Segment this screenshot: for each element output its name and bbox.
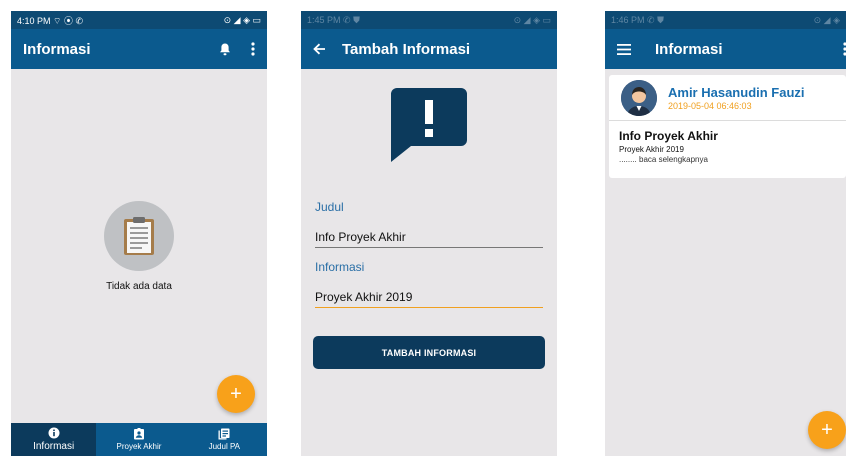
- nav-item-judul-pa[interactable]: Judul PA: [182, 423, 267, 456]
- badge-icon: [133, 428, 144, 440]
- add-fab-button[interactable]: +: [217, 375, 255, 413]
- status-time: 1:45 PM: [307, 14, 341, 25]
- hamburger-icon[interactable]: [617, 43, 631, 55]
- add-fab-button[interactable]: +: [808, 411, 846, 449]
- app-bar: Informasi: [11, 29, 267, 69]
- status-bar: 4:10 PM ⌔ ⦿ ✆ ⊙ ◢ ◈ ▭: [11, 11, 267, 29]
- status-time: 1:46 PM: [611, 14, 645, 25]
- card-title: Info Proyek Akhir: [619, 129, 718, 143]
- plus-icon: +: [230, 382, 242, 405]
- info-card[interactable]: Amir Hasanudin Fauzi 2019-05-04 06:46:03…: [609, 75, 846, 178]
- document-icon: [218, 428, 230, 440]
- card-user: Amir Hasanudin Fauzi 2019-05-04 06:46:03: [668, 85, 805, 111]
- status-bar: 1:46 PM ✆ ⛊ ⊙ ◢ ◈: [605, 11, 846, 29]
- nav-label: Proyek Akhir: [116, 442, 162, 451]
- nav-item-proyek-akhir[interactable]: Proyek Akhir: [96, 423, 181, 456]
- empty-text: Tidak ada data: [106, 281, 172, 292]
- status-right-icons: ⊙ ◢ ◈: [813, 14, 840, 25]
- bottom-navigation: Informasi Proyek Akhir Judul PA: [11, 423, 267, 456]
- judul-label: Judul: [315, 200, 344, 214]
- page-title: Informasi: [23, 40, 91, 58]
- judul-input[interactable]: Info Proyek Akhir: [315, 230, 543, 248]
- empty-state: Tidak ada data: [11, 201, 267, 292]
- status-right-icons: ⊙ ◢ ◈ ▭: [223, 14, 261, 25]
- status-left-icons: ✆ ⛊: [647, 14, 664, 25]
- plus-icon: +: [821, 418, 833, 441]
- status-bar: 1:45 PM ✆ ⛊ ⊙ ◢ ◈ ▭: [301, 11, 557, 29]
- alert-message-icon: [391, 88, 467, 167]
- nav-label: Informasi: [33, 441, 75, 452]
- card-subtitle: Proyek Akhir 2019: [619, 145, 684, 154]
- status-left-icons: ✆ ⛊: [343, 14, 360, 25]
- status-time: 4:10 PM: [17, 15, 51, 26]
- tambah-informasi-button[interactable]: TAMBAH INFORMASI: [313, 336, 545, 369]
- nav-label: Judul PA: [208, 442, 241, 451]
- app-bar: Informasi: [605, 29, 846, 69]
- status-right-icons: ⊙ ◢ ◈ ▭: [513, 14, 551, 25]
- page-title: Tambah Informasi: [342, 40, 471, 58]
- author-name: Amir Hasanudin Fauzi: [668, 84, 805, 100]
- nav-item-informasi[interactable]: Informasi: [11, 423, 97, 456]
- card-header: Amir Hasanudin Fauzi 2019-05-04 06:46:03: [609, 75, 846, 121]
- clipboard-icon: [104, 201, 174, 271]
- more-vert-icon[interactable]: [251, 42, 255, 56]
- screen-tambah-informasi: 1:45 PM ✆ ⛊ ⊙ ◢ ◈ ▭ Tambah Informasi Jud…: [301, 11, 557, 456]
- bell-icon[interactable]: [219, 43, 231, 56]
- informasi-label: Informasi: [315, 260, 365, 274]
- info-icon: [48, 427, 60, 439]
- read-more-link[interactable]: ........ baca selengkapnya: [619, 155, 836, 164]
- back-arrow-icon[interactable]: [313, 43, 326, 55]
- status-left-icons: ⌔ ⦿ ✆: [53, 15, 84, 26]
- post-timestamp: 2019-05-04 06:46:03: [668, 100, 752, 111]
- avatar: [621, 79, 657, 116]
- card-body: Info Proyek Akhir Proyek Akhir 2019 ....…: [609, 121, 846, 172]
- page-title: Informasi: [655, 40, 723, 58]
- screen-informasi-empty: 4:10 PM ⌔ ⦿ ✆ ⊙ ◢ ◈ ▭ Informasi Tidak ad…: [11, 11, 267, 456]
- informasi-input[interactable]: Proyek Akhir 2019: [315, 290, 543, 308]
- app-bar: Tambah Informasi: [301, 29, 557, 69]
- screen-informasi-list: 1:46 PM ✆ ⛊ ⊙ ◢ ◈ Informasi Amir Hasanud…: [605, 11, 846, 456]
